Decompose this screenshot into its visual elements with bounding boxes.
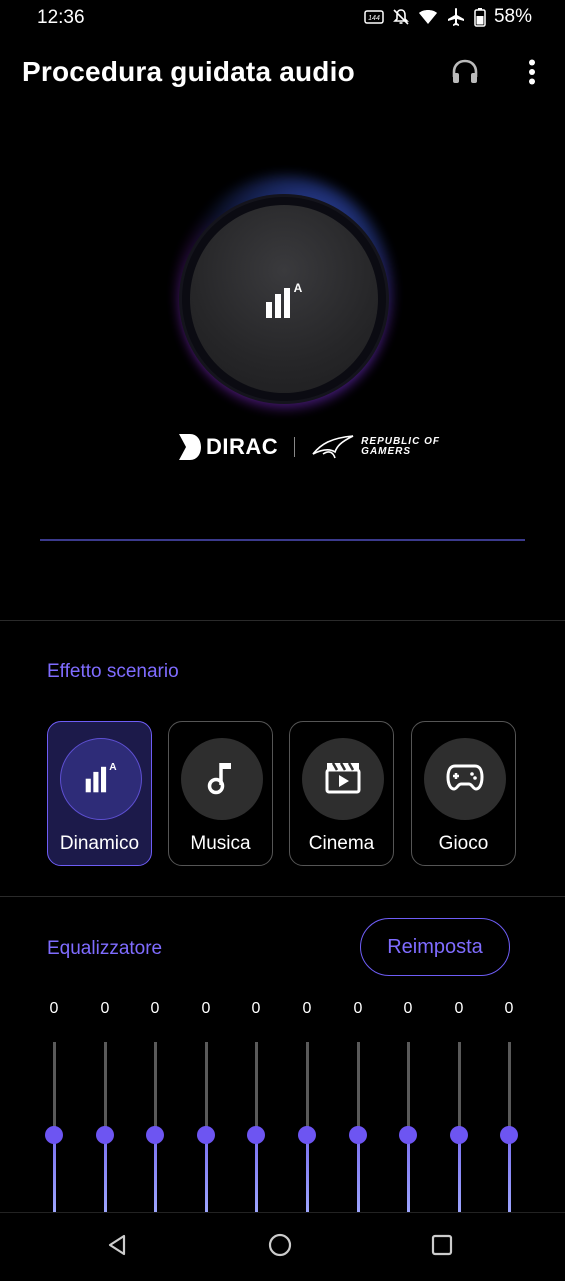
eq-track-upper bbox=[458, 1042, 461, 1135]
scenario-option-cinema[interactable]: Cinema bbox=[289, 721, 394, 866]
recents-square-icon bbox=[431, 1234, 453, 1261]
eq-slider-thumb[interactable] bbox=[298, 1126, 316, 1144]
eq-slider-thumb[interactable] bbox=[500, 1126, 518, 1144]
eq-track-upper bbox=[407, 1042, 410, 1135]
home-circle-icon bbox=[268, 1233, 292, 1262]
more-vert-icon bbox=[528, 59, 536, 90]
battery-icon bbox=[474, 7, 486, 27]
eq-slider-thumb[interactable] bbox=[45, 1126, 63, 1144]
scenario-icon-circle bbox=[181, 738, 263, 820]
eq-track-lower bbox=[154, 1135, 157, 1215]
scenario-option-label: Dinamico bbox=[59, 833, 140, 854]
eq-track-upper bbox=[255, 1042, 258, 1135]
rog-logo: REPUBLIC OF GAMERS bbox=[311, 434, 440, 460]
eq-track-lower bbox=[53, 1135, 56, 1215]
page-title: Procedura guidata audio bbox=[22, 56, 355, 87]
eq-slider-thumb[interactable] bbox=[146, 1126, 164, 1144]
back-triangle-icon bbox=[106, 1234, 128, 1261]
eq-track-lower bbox=[255, 1135, 258, 1215]
eq-track-upper bbox=[357, 1042, 360, 1135]
section-divider bbox=[0, 896, 565, 897]
rog-text: REPUBLIC OF GAMERS bbox=[361, 437, 440, 457]
eq-track-upper bbox=[205, 1042, 208, 1135]
scenario-icon-circle bbox=[302, 738, 384, 820]
eq-band-value: 0 bbox=[504, 1000, 514, 1017]
reset-button[interactable]: Reimposta bbox=[360, 918, 510, 976]
recents-button[interactable] bbox=[417, 1222, 467, 1272]
section-divider bbox=[0, 620, 565, 621]
status-time: 12:36 bbox=[37, 7, 85, 28]
eq-track-upper bbox=[53, 1042, 56, 1135]
music-note-icon bbox=[207, 759, 237, 800]
eq-track-lower bbox=[357, 1135, 360, 1215]
eq-band-value: 0 bbox=[454, 1000, 464, 1017]
eq-band-value: 0 bbox=[49, 1000, 59, 1017]
svg-text:144: 144 bbox=[368, 15, 380, 22]
eq-track-lower bbox=[458, 1135, 461, 1215]
scenario-icon-circle: A bbox=[60, 738, 142, 820]
eq-track-lower bbox=[508, 1135, 511, 1215]
home-button[interactable] bbox=[255, 1222, 305, 1272]
logo-separator bbox=[294, 437, 296, 457]
eq-band-value: 0 bbox=[201, 1000, 211, 1017]
eq-band-value: 0 bbox=[251, 1000, 261, 1017]
scenario-option-gioco[interactable]: Gioco bbox=[411, 721, 516, 866]
dirac-text: DIRAC bbox=[206, 434, 279, 459]
eq-track-upper bbox=[104, 1042, 107, 1135]
headphones-icon bbox=[451, 59, 479, 90]
eq-slider-thumb[interactable] bbox=[399, 1126, 417, 1144]
svg-text:A: A bbox=[109, 762, 117, 773]
dynamic-eq-icon: A bbox=[264, 280, 304, 325]
scenario-option-label: Gioco bbox=[438, 833, 489, 854]
airplane-icon bbox=[446, 7, 466, 27]
eq-slider-thumb[interactable] bbox=[197, 1126, 215, 1144]
back-button[interactable] bbox=[92, 1222, 142, 1272]
eq-band-value: 0 bbox=[403, 1000, 413, 1017]
equalizer-label: Equalizzatore bbox=[47, 938, 163, 959]
status-icons: 144 58% bbox=[364, 6, 532, 28]
eq-track-lower bbox=[104, 1135, 107, 1215]
eq-track-upper bbox=[306, 1042, 309, 1135]
eq-track-upper bbox=[508, 1042, 511, 1135]
scenario-option-musica[interactable]: Musica bbox=[168, 721, 273, 866]
scenario-option-label: Musica bbox=[190, 833, 251, 854]
brand-logos: DIRAC REPUBLIC OF GAMERS bbox=[178, 433, 440, 461]
eq-slider-thumb[interactable] bbox=[247, 1126, 265, 1144]
dirac-logo: DIRAC bbox=[178, 433, 278, 461]
eq-band-value: 0 bbox=[150, 1000, 160, 1017]
gamepad-icon bbox=[446, 763, 484, 796]
rog-line2: GAMERS bbox=[361, 446, 412, 457]
eq-track-lower bbox=[306, 1135, 309, 1215]
battery-percent: 58% bbox=[493, 6, 532, 27]
muted-bell-icon bbox=[392, 8, 410, 26]
eq-track-lower bbox=[407, 1135, 410, 1215]
eq-track-upper bbox=[154, 1042, 157, 1135]
svg-text:A: A bbox=[294, 281, 303, 295]
scenario-option-dinamico[interactable]: A Dinamico bbox=[47, 721, 152, 866]
clapperboard-icon bbox=[325, 760, 361, 799]
eq-slider-thumb[interactable] bbox=[349, 1126, 367, 1144]
eq-band-value: 0 bbox=[302, 1000, 312, 1017]
wifi-icon bbox=[418, 8, 438, 26]
eq-track-lower bbox=[205, 1135, 208, 1215]
scenario-icon-circle bbox=[424, 738, 506, 820]
rog-eye-icon bbox=[312, 435, 354, 459]
dirac-mark-icon bbox=[179, 434, 201, 460]
scenario-option-label: Cinema bbox=[308, 833, 375, 854]
headphones-button[interactable] bbox=[443, 52, 487, 96]
status-bar: 12:36 144 58% bbox=[0, 0, 565, 36]
hd-voice-icon: 144 bbox=[364, 9, 384, 25]
hero-underline bbox=[40, 539, 525, 541]
more-options-button[interactable] bbox=[510, 52, 554, 96]
eq-slider-thumb[interactable] bbox=[450, 1126, 468, 1144]
eq-band-value: 0 bbox=[353, 1000, 363, 1017]
eq-slider-thumb[interactable] bbox=[96, 1126, 114, 1144]
eq-band-value: 0 bbox=[100, 1000, 110, 1017]
scenario-label: Effetto scenario bbox=[47, 661, 179, 682]
dynamic-icon: A bbox=[84, 760, 118, 799]
